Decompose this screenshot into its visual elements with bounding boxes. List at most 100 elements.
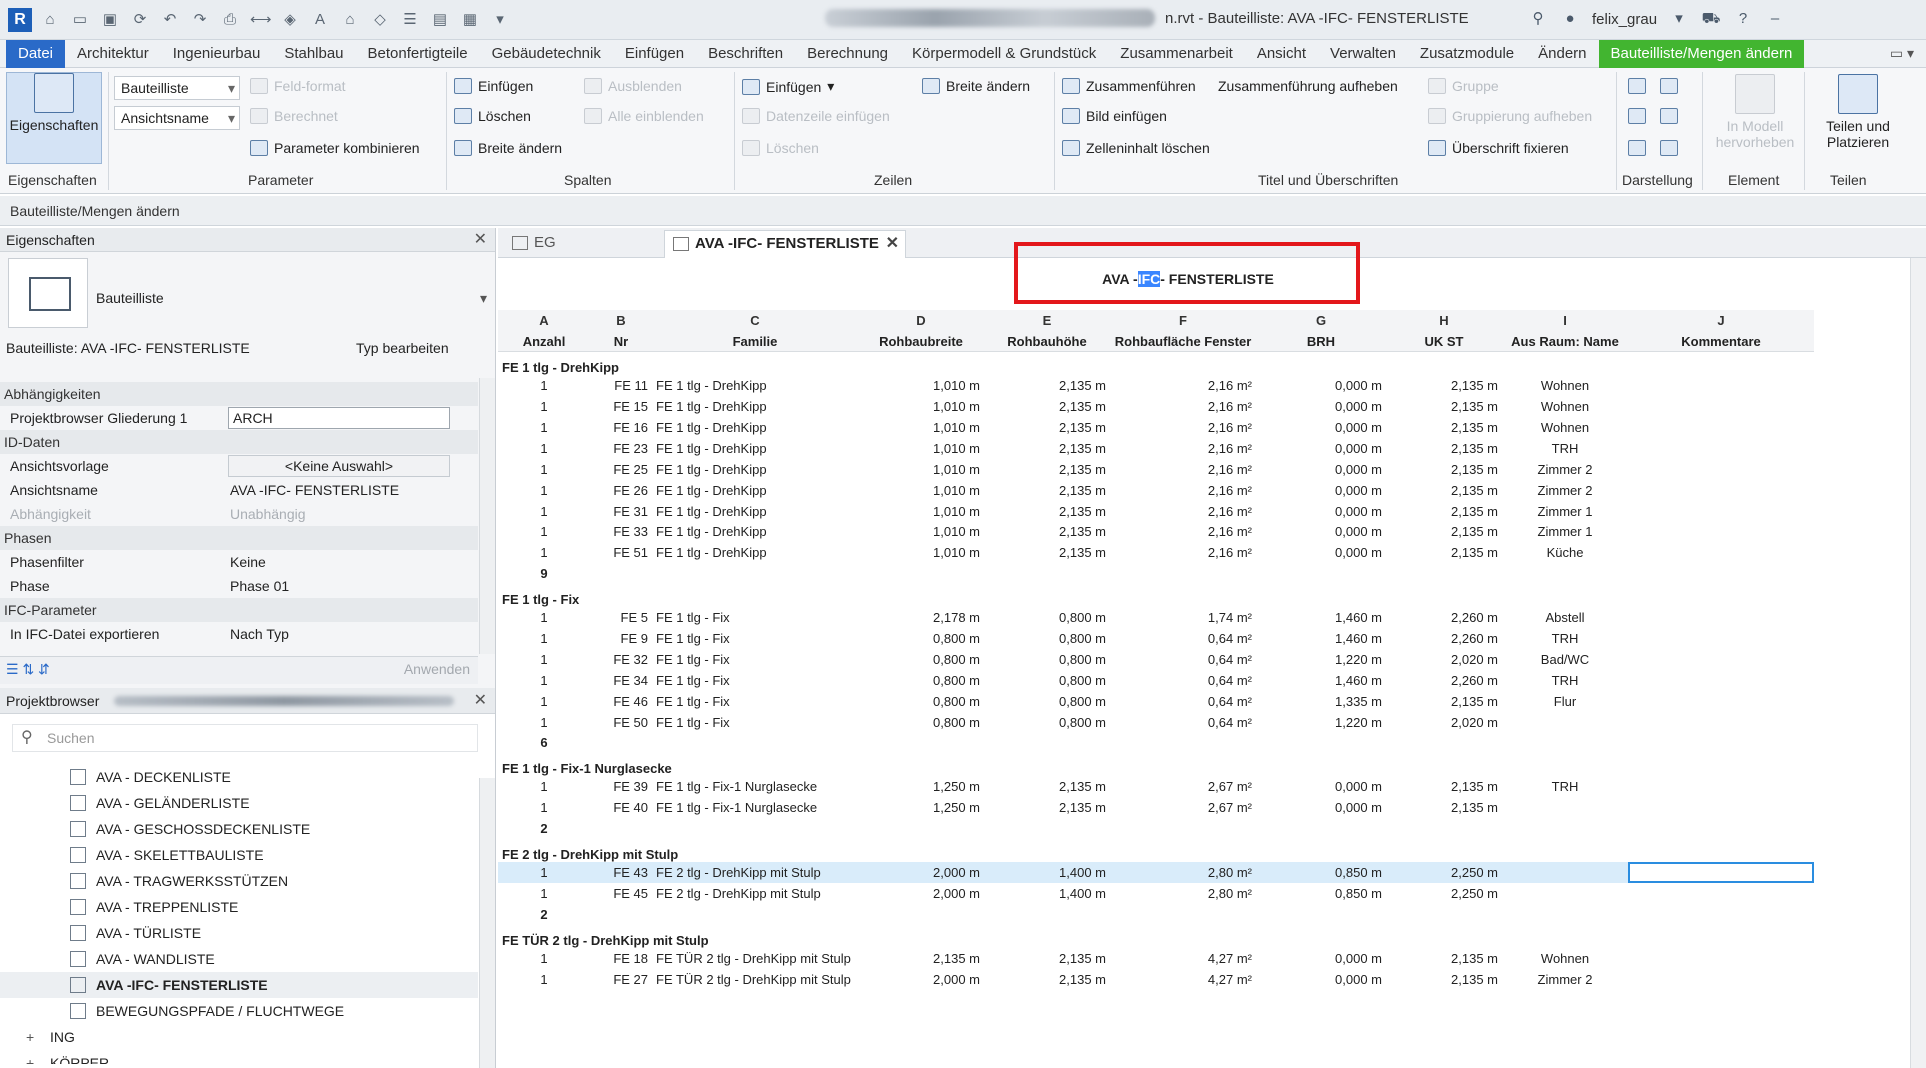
- table-cell[interactable]: [1628, 396, 1814, 417]
- table-cell[interactable]: 0,000 m: [1256, 969, 1386, 990]
- table-cell[interactable]: 1,010 m: [858, 417, 984, 438]
- table-cell[interactable]: 2,135 m: [1386, 948, 1502, 969]
- table-cell[interactable]: [1502, 797, 1628, 818]
- align-vertical-button[interactable]: [1660, 140, 1678, 156]
- table-cell[interactable]: [1628, 649, 1814, 670]
- table-cell[interactable]: FE 1 tlg - DrehKipp: [652, 417, 858, 438]
- table-cell[interactable]: [1628, 797, 1814, 818]
- table-cell[interactable]: [1628, 480, 1814, 501]
- table-cell[interactable]: B: [590, 310, 652, 331]
- table-cell[interactable]: 2,135 m: [1386, 522, 1502, 543]
- table-cell[interactable]: FE 1 tlg - Fix: [652, 691, 858, 712]
- table-row[interactable]: 1 FE 34 FE 1 tlg - Fix 0,800 m 0,800 m 0,64 m…: [498, 670, 1814, 691]
- table-cell[interactable]: 2,16 m²: [1110, 459, 1256, 480]
- table-cell[interactable]: 1: [498, 712, 590, 733]
- table-cell[interactable]: Zimmer 1: [1502, 522, 1628, 543]
- table-cell[interactable]: Abstell: [1502, 607, 1628, 628]
- table-cell[interactable]: 1,250 m: [858, 776, 984, 797]
- table-row[interactable]: 1 FE 25 FE 1 tlg - DrehKipp 1,010 m 2,135 m2…: [498, 459, 1814, 480]
- tab-einfuegen[interactable]: Einfügen: [613, 40, 696, 68]
- zusammenfuehrung-aufheben-button[interactable]: Zusammenführung aufheben: [1218, 78, 1398, 94]
- table-cell[interactable]: 2,16 m²: [1110, 417, 1256, 438]
- table-row[interactable]: 1 FE 15 FE 1 tlg - DrehKipp 1,010 m 2,135 m2…: [498, 396, 1814, 417]
- table-cell[interactable]: 0,000 m: [1256, 522, 1386, 543]
- table-cell[interactable]: 4,27 m²: [1110, 969, 1256, 990]
- table-cell[interactable]: [1628, 948, 1814, 969]
- expand-icon[interactable]: +: [26, 1050, 34, 1064]
- header-row[interactable]: Anzahl Nr Familie Rohbaubreite Rohbauhöhe Roh…: [498, 330, 1814, 353]
- table-cell[interactable]: 1,460 m: [1256, 670, 1386, 691]
- reset-button[interactable]: [1628, 140, 1646, 156]
- table-row[interactable]: 1 FE 43 FE 2 tlg - DrehKipp mit Stulp 2,000…: [498, 862, 1814, 883]
- table-cell[interactable]: FE 1 tlg - DrehKipp: [652, 459, 858, 480]
- borders-button[interactable]: [1628, 108, 1646, 124]
- table-row[interactable]: 1 FE 32 FE 1 tlg - Fix 0,800 m 0,800 m 0,64 m…: [498, 649, 1814, 670]
- table-cell[interactable]: 0,64 m²: [1110, 628, 1256, 649]
- table-cell[interactable]: 1: [498, 542, 590, 563]
- table-cell[interactable]: Zimmer 2: [1502, 480, 1628, 501]
- tab-beschriften[interactable]: Beschriften: [696, 40, 795, 68]
- save-icon[interactable]: ▣: [100, 11, 120, 29]
- table-cell[interactable]: Aus Raum: Name: [1502, 330, 1628, 353]
- table-cell[interactable]: 2,178 m: [858, 607, 984, 628]
- group-header-row[interactable]: FE TÜR 2 tlg - DrehKipp mit Stulp: [498, 925, 1814, 948]
- category-id-daten[interactable]: ID-Daten: [0, 430, 478, 454]
- table-cell[interactable]: 2,135 m: [984, 948, 1110, 969]
- table-cell[interactable]: Zimmer 2: [1502, 969, 1628, 990]
- table-cell[interactable]: 0,000 m: [1256, 375, 1386, 396]
- table-cell[interactable]: [1502, 883, 1628, 904]
- tab-ansicht[interactable]: Ansicht: [1245, 40, 1318, 68]
- teilen-platzieren-button[interactable]: Teilen und Platzieren: [1808, 74, 1908, 150]
- table-cell[interactable]: 2,80 m²: [1110, 883, 1256, 904]
- tab-verwalten[interactable]: Verwalten: [1318, 40, 1408, 68]
- table-cell[interactable]: 2,67 m²: [1110, 797, 1256, 818]
- table-cell[interactable]: 2,260 m: [1386, 607, 1502, 628]
- print-icon[interactable]: ⎙: [220, 11, 240, 29]
- table-cell[interactable]: TRH: [1502, 628, 1628, 649]
- table-cell[interactable]: 2,135 m: [984, 542, 1110, 563]
- group-name[interactable]: FE 1 tlg - DrehKipp: [498, 352, 1814, 375]
- table-cell[interactable]: 2,250 m: [1386, 862, 1502, 883]
- table-cell[interactable]: FE 27: [590, 969, 652, 990]
- table-cell[interactable]: 0,800 m: [984, 670, 1110, 691]
- table-cell[interactable]: 2,135 m: [1386, 776, 1502, 797]
- close-icon[interactable]: ✕: [886, 231, 899, 257]
- zelleninhalt-loeschen-button[interactable]: Zelleninhalt löschen: [1062, 140, 1210, 156]
- table-cell[interactable]: 2,135 m: [984, 438, 1110, 459]
- table-cell[interactable]: Flur: [1502, 691, 1628, 712]
- table-cell[interactable]: FE 1 tlg - Fix: [652, 628, 858, 649]
- group-header-row[interactable]: FE 1 tlg - Fix-1 Nurglasecke: [498, 753, 1814, 776]
- 3d-view-icon[interactable]: ⌂: [340, 11, 360, 29]
- table-cell[interactable]: 2,020 m: [1386, 712, 1502, 733]
- open-icon[interactable]: ▭: [70, 11, 90, 29]
- table-cell[interactable]: 1: [498, 797, 590, 818]
- ifc-export-value[interactable]: Nach Typ: [230, 622, 289, 646]
- table-cell[interactable]: [1628, 670, 1814, 691]
- user-icon[interactable]: ●: [1560, 9, 1580, 29]
- table-row[interactable]: 1 FE 11 FE 1 tlg - DrehKipp 1,010 m 2,135 m2…: [498, 375, 1814, 396]
- table-cell[interactable]: [1628, 969, 1814, 990]
- gruppierung-aufheben-button[interactable]: Gruppierung aufheben: [1428, 108, 1592, 124]
- table-cell[interactable]: 0,800 m: [858, 649, 984, 670]
- table-cell[interactable]: 1: [498, 375, 590, 396]
- schedule-scrollbar[interactable]: [1910, 258, 1926, 1068]
- alle-einblenden-button[interactable]: Alle einblenden: [584, 108, 704, 124]
- table-cell[interactable]: 2,16 m²: [1110, 375, 1256, 396]
- table-cell[interactable]: 0,850 m: [1256, 883, 1386, 904]
- gliederung-input[interactable]: ARCH: [228, 407, 450, 429]
- table-row[interactable]: 1 FE 33 FE 1 tlg - DrehKipp 1,010 m 2,135 m2…: [498, 522, 1814, 543]
- thin-lines-icon[interactable]: ☰: [400, 11, 420, 29]
- table-row[interactable]: 1 FE 51 FE 1 tlg - DrehKipp 1,010 m 2,135 m2…: [498, 542, 1814, 563]
- table-cell[interactable]: F: [1110, 310, 1256, 331]
- table-cell[interactable]: A: [498, 310, 590, 331]
- app-logo[interactable]: R: [8, 8, 32, 32]
- sort-icon[interactable]: ☰ ⇅ ⇵: [6, 661, 50, 678]
- table-cell[interactable]: 1: [498, 670, 590, 691]
- table-cell[interactable]: 1: [498, 691, 590, 712]
- table-cell[interactable]: [1502, 862, 1628, 883]
- table-cell[interactable]: 4,27 m²: [1110, 948, 1256, 969]
- table-cell[interactable]: Bad/WC: [1502, 649, 1628, 670]
- tree-item[interactable]: AVA - WANDLISTE: [0, 946, 478, 972]
- table-cell[interactable]: 2,135 m: [858, 948, 984, 969]
- table-cell[interactable]: Nr: [590, 330, 652, 353]
